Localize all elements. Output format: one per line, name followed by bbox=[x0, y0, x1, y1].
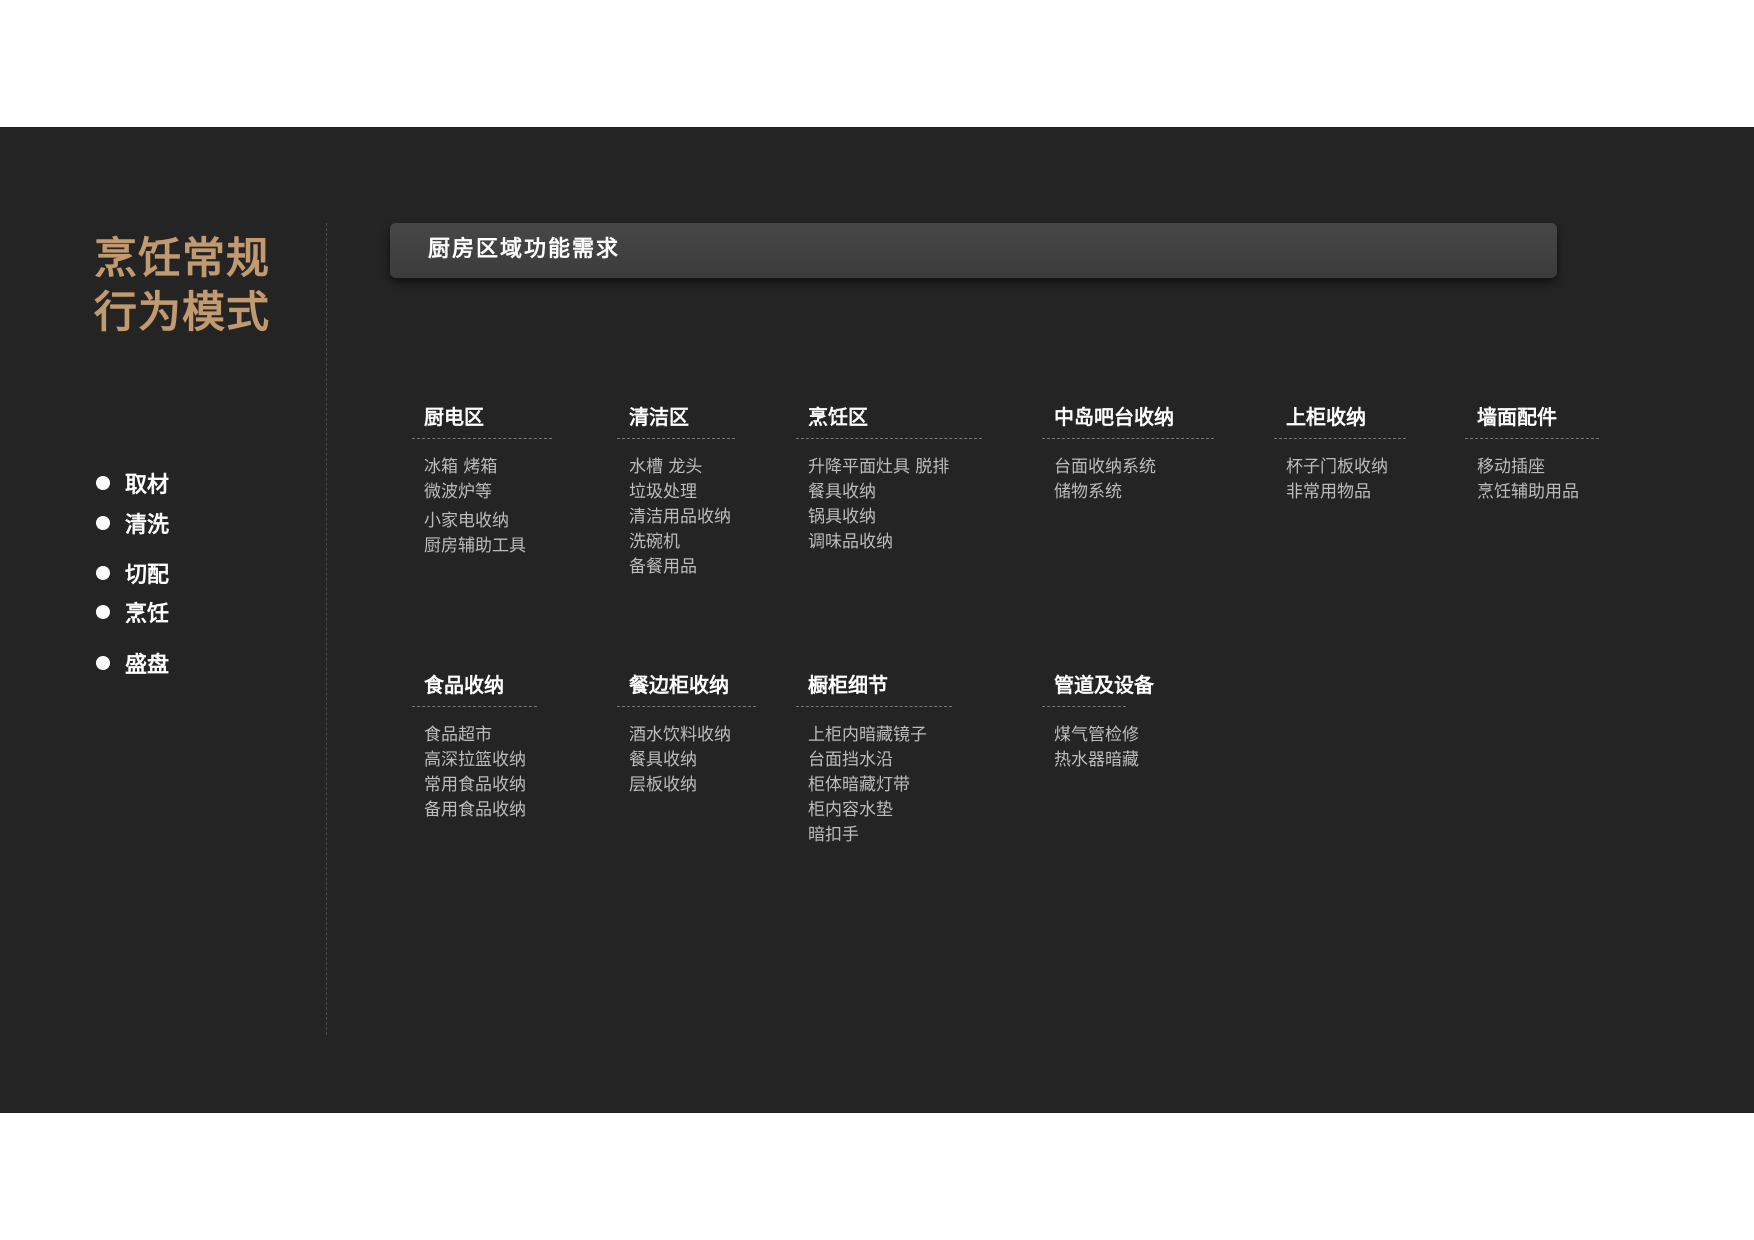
behavior-label: 切配 bbox=[125, 563, 170, 588]
zone-item: 升降平面灶具 脱排 bbox=[808, 457, 950, 477]
zone-item: 杯子门板收纳 bbox=[1286, 457, 1388, 477]
zone-title: 厨电区 bbox=[424, 405, 484, 429]
bullet-icon bbox=[96, 476, 110, 490]
zone-card: 上柜收纳 杯子门板收纳 非常用物品 bbox=[1274, 402, 1406, 505]
zone-item: 洗碗机 bbox=[629, 532, 680, 552]
zone-item: 水槽 龙头 bbox=[629, 457, 703, 477]
divider-line bbox=[326, 223, 327, 1035]
bullet-icon bbox=[96, 566, 110, 580]
zone-item: 微波炉等 bbox=[424, 482, 492, 502]
zone-items: 食品超市 高深拉篮收纳 常用食品收纳 备用食品收纳 bbox=[412, 723, 537, 823]
zone-divider bbox=[796, 438, 982, 439]
zone-card: 烹饪区 升降平面灶具 脱排 餐具收纳 锅具收纳 调味品收纳 bbox=[796, 402, 982, 555]
zone-title: 餐边柜收纳 bbox=[629, 673, 729, 697]
zone-item: 热水器暗藏 bbox=[1054, 750, 1139, 770]
zone-title: 食品收纳 bbox=[424, 673, 504, 697]
zone-items: 移动插座 烹饪辅助用品 bbox=[1465, 455, 1599, 505]
zone-item: 层板收纳 bbox=[629, 775, 697, 795]
zone-items: 上柜内暗藏镜子 台面挡水沿 柜体暗藏灯带 柜内容水垫 暗扣手 bbox=[796, 723, 952, 848]
zone-item: 食品超市 bbox=[424, 725, 492, 745]
zone-title: 上柜收纳 bbox=[1286, 405, 1366, 429]
section-title-line1: 烹饪常规 bbox=[94, 234, 270, 284]
behavior-label: 清洗 bbox=[125, 513, 170, 538]
zone-item: 移动插座 bbox=[1477, 457, 1545, 477]
zone-item: 冰箱 烤箱 bbox=[424, 457, 498, 477]
zone-card: 厨电区 冰箱 烤箱 微波炉等 小家电收纳 厨房辅助工具 bbox=[412, 402, 552, 559]
zone-divider bbox=[1042, 706, 1126, 707]
behavior-item: 取材 bbox=[96, 467, 169, 499]
zone-item: 备餐用品 bbox=[629, 557, 697, 577]
zone-items: 台面收纳系统 储物系统 bbox=[1042, 455, 1214, 505]
zone-divider bbox=[1042, 438, 1214, 439]
bullet-icon bbox=[96, 516, 110, 530]
zone-item: 台面挡水沿 bbox=[808, 750, 893, 770]
zone-items: 煤气管检修 热水器暗藏 bbox=[1042, 723, 1139, 773]
zone-title: 清洁区 bbox=[629, 405, 689, 429]
section-header-bar: 厨房区域功能需求 bbox=[390, 223, 1557, 278]
zone-item: 柜体暗藏灯带 bbox=[808, 775, 910, 795]
section-title: 烹饪常规 行为模式 bbox=[94, 232, 270, 340]
zone-item: 非常用物品 bbox=[1286, 482, 1371, 502]
section-header-title: 厨房区域功能需求 bbox=[428, 237, 621, 262]
zone-item: 餐具收纳 bbox=[808, 482, 876, 502]
bullet-icon bbox=[96, 605, 110, 619]
behavior-item: 清洗 bbox=[96, 507, 169, 539]
zone-divider bbox=[796, 706, 952, 707]
zone-item: 锅具收纳 bbox=[808, 507, 876, 527]
zone-item: 煤气管检修 bbox=[1054, 725, 1139, 745]
zone-title: 中岛吧台收纳 bbox=[1054, 405, 1174, 429]
zone-item: 酒水饮料收纳 bbox=[629, 725, 731, 745]
zone-title: 墙面配件 bbox=[1477, 405, 1557, 429]
zone-item: 调味品收纳 bbox=[808, 532, 893, 552]
zone-items: 冰箱 烤箱 微波炉等 小家电收纳 厨房辅助工具 bbox=[412, 455, 552, 559]
bullet-icon bbox=[96, 656, 110, 670]
zone-divider bbox=[617, 438, 735, 439]
zone-item: 备用食品收纳 bbox=[424, 800, 526, 820]
zone-item: 常用食品收纳 bbox=[424, 775, 526, 795]
zone-item: 清洁用品收纳 bbox=[629, 507, 731, 527]
zone-title: 管道及设备 bbox=[1054, 673, 1154, 697]
zone-card: 食品收纳 食品超市 高深拉篮收纳 常用食品收纳 备用食品收纳 bbox=[412, 670, 537, 823]
zone-divider bbox=[1465, 438, 1599, 439]
zone-items: 酒水饮料收纳 餐具收纳 层板收纳 bbox=[617, 723, 756, 798]
zone-item: 柜内容水垫 bbox=[808, 800, 893, 820]
zone-item: 储物系统 bbox=[1054, 482, 1122, 502]
zone-items: 杯子门板收纳 非常用物品 bbox=[1274, 455, 1406, 505]
section-title-line2: 行为模式 bbox=[94, 288, 270, 338]
zone-card: 管道及设备 煤气管检修 热水器暗藏 bbox=[1042, 670, 1154, 773]
zone-divider bbox=[1274, 438, 1406, 439]
zone-divider bbox=[617, 706, 756, 707]
behavior-item: 切配 bbox=[96, 557, 169, 589]
zone-card: 餐边柜收纳 酒水饮料收纳 餐具收纳 层板收纳 bbox=[617, 670, 756, 798]
zone-card: 清洁区 水槽 龙头 垃圾处理 清洁用品收纳 洗碗机 备餐用品 bbox=[617, 402, 735, 580]
behavior-label: 取材 bbox=[125, 473, 170, 498]
zone-title: 橱柜细节 bbox=[808, 673, 888, 697]
zone-items: 升降平面灶具 脱排 餐具收纳 锅具收纳 调味品收纳 bbox=[796, 455, 982, 555]
zone-item: 厨房辅助工具 bbox=[424, 536, 526, 556]
dark-panel: 烹饪常规 行为模式 取材 清洗 切配 烹饪 盛盘 厨房区域功能需求 厨电区 冰箱… bbox=[0, 127, 1754, 1113]
zone-card: 墙面配件 移动插座 烹饪辅助用品 bbox=[1465, 402, 1599, 505]
zone-card: 中岛吧台收纳 台面收纳系统 储物系统 bbox=[1042, 402, 1214, 505]
zone-item: 餐具收纳 bbox=[629, 750, 697, 770]
zone-item: 台面收纳系统 bbox=[1054, 457, 1156, 477]
zone-item: 垃圾处理 bbox=[629, 482, 697, 502]
behavior-item: 盛盘 bbox=[96, 647, 169, 679]
zone-card: 橱柜细节 上柜内暗藏镜子 台面挡水沿 柜体暗藏灯带 柜内容水垫 暗扣手 bbox=[796, 670, 952, 848]
behavior-item: 烹饪 bbox=[96, 596, 169, 628]
zone-items: 水槽 龙头 垃圾处理 清洁用品收纳 洗碗机 备餐用品 bbox=[617, 455, 735, 580]
zone-item: 小家电收纳 bbox=[424, 511, 509, 531]
behavior-label: 盛盘 bbox=[125, 653, 170, 678]
behavior-label: 烹饪 bbox=[125, 602, 170, 627]
zone-item: 暗扣手 bbox=[808, 825, 859, 845]
zone-divider bbox=[412, 438, 552, 439]
zone-title: 烹饪区 bbox=[808, 405, 868, 429]
zone-item: 烹饪辅助用品 bbox=[1477, 482, 1579, 502]
zone-divider bbox=[412, 706, 537, 707]
zone-item: 上柜内暗藏镜子 bbox=[808, 725, 927, 745]
zone-item: 高深拉篮收纳 bbox=[424, 750, 526, 770]
